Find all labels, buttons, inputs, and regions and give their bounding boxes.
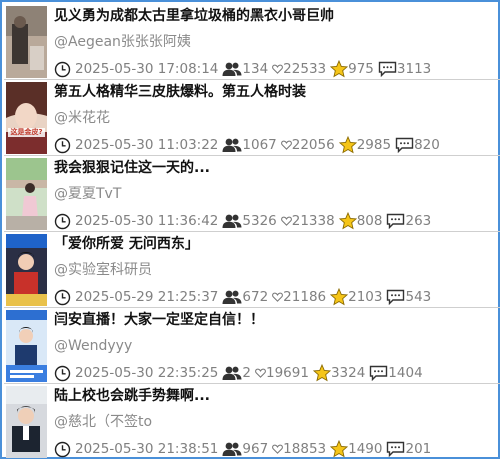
viewer-count: 134 (242, 61, 269, 77)
comment-count: 263 (405, 213, 432, 229)
clock-icon (54, 213, 71, 230)
viewers-icon (222, 61, 242, 77)
comment-count: 820 (414, 137, 440, 153)
video-title[interactable]: 我会狠狠记住这一天的... (54, 158, 494, 178)
viewer-count: 967 (242, 441, 269, 457)
viewers-icon (222, 365, 242, 381)
feed-item[interactable]: 「爱你所爱 无问西东」 @实验室科研员 2025-05-29 21:25:37 … (4, 232, 500, 308)
publish-time: 2025-05-29 21:25:37 (75, 289, 219, 305)
video-thumbnail[interactable] (6, 234, 47, 306)
star-icon[interactable] (330, 60, 349, 78)
heart-icon[interactable] (272, 291, 284, 303)
feed-item[interactable]: 陆上校也会跳手势舞啊... @慈北（不签to 2025-05-30 21:38:… (4, 384, 500, 460)
favorite-count: 2103 (348, 289, 383, 305)
publish-time: 2025-05-30 11:03:22 (75, 137, 219, 153)
feed-item[interactable]: 见义勇为成都太古里拿垃圾桶的黑衣小哥巨帅 @Aegean张张张阿姨 2025-0… (4, 4, 500, 80)
video-thumbnail[interactable] (6, 6, 47, 78)
comment-count: 201 (405, 441, 432, 457)
video-thumbnail[interactable] (6, 158, 47, 230)
video-title[interactable]: 第五人格精华三皮肤爆料。第五人格时装 (54, 82, 494, 102)
publish-time: 2025-05-30 22:35:25 (75, 365, 219, 381)
publish-time: 2025-05-30 11:36:42 (75, 213, 219, 229)
author-handle[interactable]: @Aegean张张张阿姨 (54, 32, 494, 52)
video-title[interactable]: 见义勇为成都太古里拿垃圾桶的黑衣小哥巨帅 (54, 6, 494, 26)
comment-icon[interactable] (386, 289, 405, 305)
comment-count: 543 (405, 289, 432, 305)
feed-item[interactable]: 我会狠狠记住这一天的... @夏夏TvT 2025-05-30 11:36:42… (4, 156, 500, 232)
publish-time: 2025-05-30 17:08:14 (75, 61, 219, 77)
like-count: 22056 (291, 137, 335, 153)
video-meta: 2025-05-30 17:08:14 134 22533 975 3113 (54, 59, 431, 79)
video-meta: 2025-05-30 11:03:22 1067 22056 2985 820 (54, 135, 440, 155)
video-title[interactable]: 「爱你所爱 无问西东」 (54, 234, 494, 254)
viewers-icon (222, 137, 242, 153)
video-title[interactable]: 陆上校也会跳手势舞啊... (54, 386, 494, 406)
favorite-count: 1490 (348, 441, 383, 457)
viewer-count: 1067 (242, 137, 277, 153)
favorite-count: 2985 (356, 137, 392, 153)
like-count: 19691 (265, 365, 309, 381)
clock-icon (54, 289, 71, 306)
star-icon[interactable] (312, 364, 331, 382)
star-icon[interactable] (330, 288, 349, 306)
thumbnail-caption: 这是金皮? (10, 128, 43, 136)
clock-icon (54, 365, 71, 382)
like-count: 21186 (283, 289, 327, 305)
viewer-count: 5326 (242, 213, 277, 229)
comment-icon[interactable] (369, 365, 388, 381)
video-meta: 2025-05-30 21:38:51 967 18853 1490 201 (54, 439, 431, 459)
star-icon[interactable] (338, 212, 357, 230)
like-count: 22533 (283, 61, 327, 77)
video-title[interactable]: 闫安直播！大家一定坚定自信！！ (54, 310, 494, 330)
heart-icon[interactable] (272, 443, 284, 455)
like-count: 18853 (283, 441, 327, 457)
feed-item[interactable]: 闫安直播！大家一定坚定自信！！ @Wendyyy 2025-05-30 22:3… (4, 308, 500, 384)
favorite-count: 808 (356, 213, 383, 229)
clock-icon (54, 137, 71, 154)
video-thumbnail[interactable] (6, 386, 47, 458)
comment-count: 1404 (388, 365, 423, 381)
heart-icon[interactable] (272, 63, 284, 75)
favorite-count: 3324 (330, 365, 366, 381)
viewers-icon (222, 213, 242, 229)
comment-icon[interactable] (386, 441, 405, 457)
author-handle[interactable]: @米花花 (54, 108, 494, 128)
clock-icon (54, 61, 71, 78)
star-icon[interactable] (330, 440, 349, 458)
video-meta: 2025-05-29 21:25:37 672 21186 2103 543 (54, 287, 431, 307)
video-thumbnail[interactable] (6, 310, 47, 382)
feed-item[interactable]: 这是金皮? 第五人格精华三皮肤爆料。第五人格时装 @米花花 2025-05-30… (4, 80, 500, 156)
author-handle[interactable]: @夏夏TvT (54, 184, 494, 204)
viewer-count: 2 (242, 365, 251, 381)
star-icon[interactable] (338, 136, 357, 154)
author-handle[interactable]: @实验室科研员 (54, 260, 494, 280)
publish-time: 2025-05-30 21:38:51 (75, 441, 219, 457)
feed-window: 见义勇为成都太古里拿垃圾桶的黑衣小哥巨帅 @Aegean张张张阿姨 2025-0… (0, 0, 500, 459)
comment-icon[interactable] (395, 137, 414, 153)
comment-icon[interactable] (378, 61, 397, 77)
favorite-count: 975 (348, 61, 374, 77)
video-meta: 2025-05-30 22:35:25 2 19691 3324 1404 (54, 363, 423, 383)
video-thumbnail[interactable]: 这是金皮? (6, 82, 47, 154)
comment-count: 3113 (396, 61, 432, 77)
video-meta: 2025-05-30 11:36:42 5326 21338 808 263 (54, 211, 431, 231)
heart-icon[interactable] (255, 367, 266, 379)
viewer-count: 672 (242, 289, 269, 305)
clock-icon (54, 441, 71, 458)
heart-icon[interactable] (280, 139, 292, 151)
author-handle[interactable]: @慈北（不签to (54, 412, 494, 432)
author-handle[interactable]: @Wendyyy (54, 336, 494, 356)
heart-icon[interactable] (280, 215, 292, 227)
like-count: 21338 (291, 213, 335, 229)
comment-icon[interactable] (386, 213, 405, 229)
viewers-icon (222, 289, 242, 305)
viewers-icon (222, 441, 242, 457)
